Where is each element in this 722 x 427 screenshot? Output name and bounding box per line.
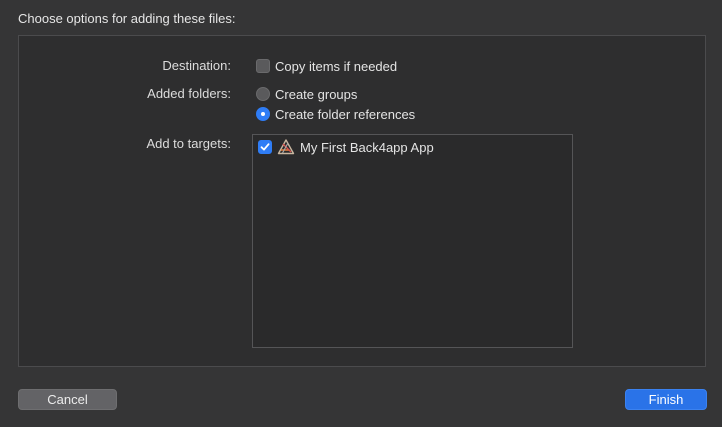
- cancel-button[interactable]: Cancel: [18, 389, 117, 410]
- create-groups-label: Create groups: [275, 86, 358, 102]
- target-checkbox[interactable]: [258, 140, 272, 154]
- targets-list[interactable]: My First Back4app App: [252, 134, 573, 348]
- add-to-targets-label: Add to targets:: [146, 136, 231, 151]
- checkmark-icon: [260, 143, 270, 151]
- create-folder-references-option[interactable]: Create folder references: [256, 106, 415, 122]
- create-folder-references-label: Create folder references: [275, 106, 416, 122]
- added-folders-label: Added folders:: [147, 86, 231, 101]
- finish-button[interactable]: Finish: [625, 389, 707, 410]
- destination-label: Destination:: [162, 58, 231, 73]
- target-item[interactable]: My First Back4app App: [258, 139, 434, 155]
- create-groups-option[interactable]: Create groups: [256, 86, 357, 102]
- dialog-title: Choose options for adding these files:: [18, 11, 236, 26]
- create-folder-references-radio[interactable]: [256, 107, 270, 121]
- create-groups-radio[interactable]: [256, 87, 270, 101]
- copy-items-checkbox[interactable]: [256, 59, 270, 73]
- copy-items-option[interactable]: Copy items if needed: [256, 58, 397, 74]
- copy-items-label: Copy items if needed: [275, 58, 398, 74]
- xcode-app-icon: [277, 139, 295, 155]
- options-panel: Destination: Copy items if needed Added …: [18, 35, 706, 367]
- target-name: My First Back4app App: [300, 139, 434, 155]
